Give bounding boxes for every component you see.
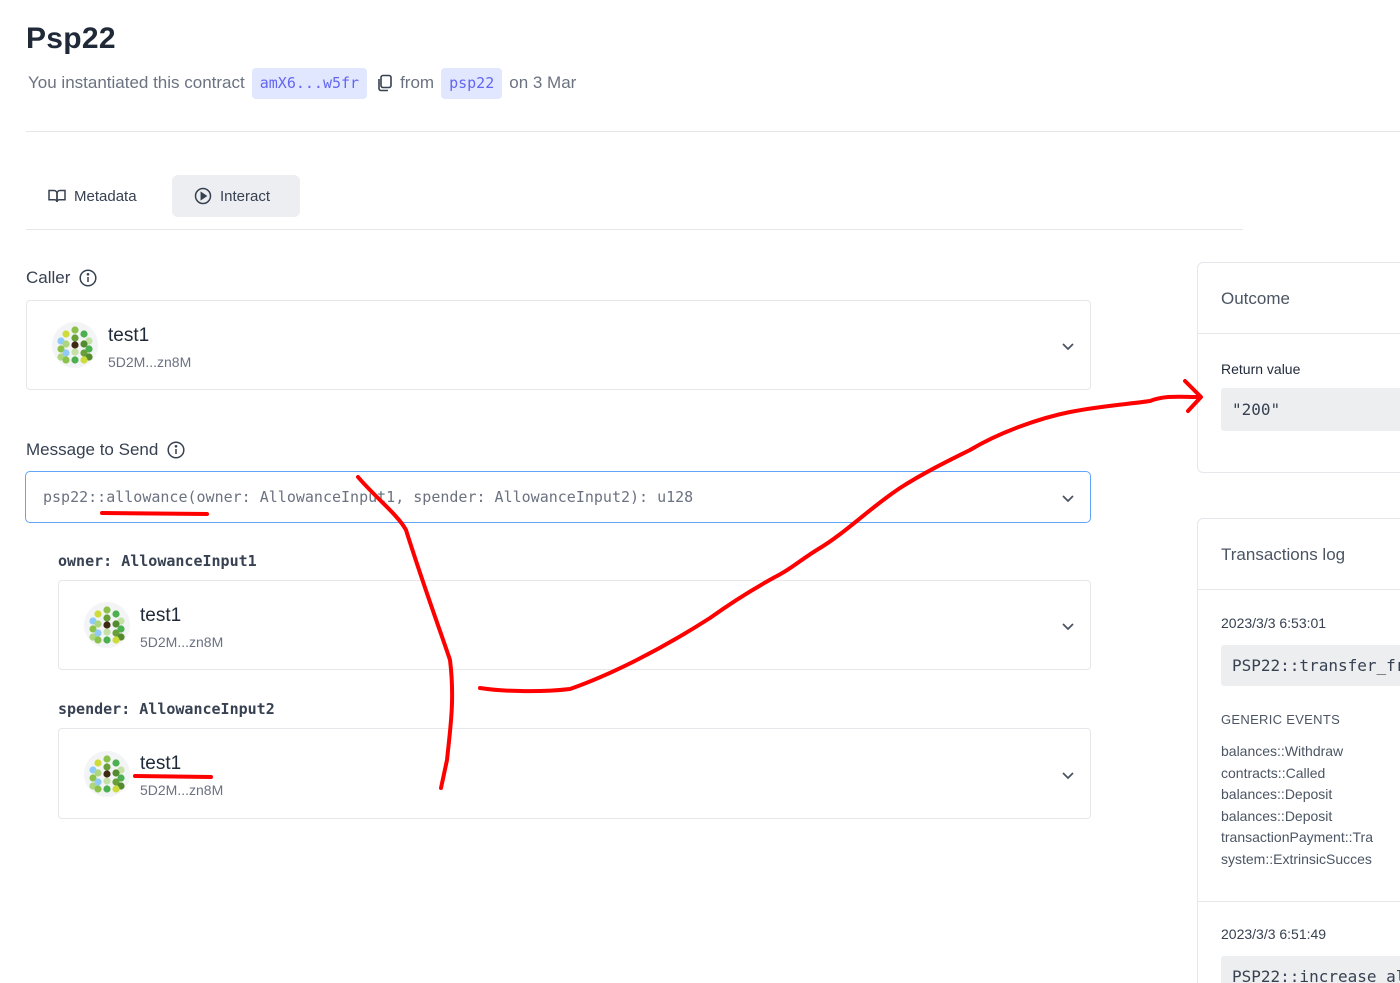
spender-param-key: spender:: [58, 700, 131, 718]
tabs-divider: [26, 229, 1243, 230]
caller-avatar: [52, 322, 98, 368]
transactions-log-title: Transactions log: [1221, 545, 1346, 564]
tab-interact[interactable]: Interact: [172, 175, 300, 217]
contract-address-badge: amX6...w5fr: [251, 67, 368, 99]
event-item: balances::Deposit: [1221, 808, 1333, 824]
transaction-timestamp: 2023/3/3 6:51:49: [1221, 926, 1327, 942]
spender-avatar: [84, 751, 130, 797]
outcome-title: Outcome: [1221, 289, 1290, 308]
caller-select[interactable]: test1 5D2M...zn8M: [26, 300, 1091, 390]
event-item: balances::Deposit: [1221, 786, 1333, 802]
return-value: "200": [1221, 388, 1400, 431]
transactions-log-panel: Transactions log 2023/3/3 6:53:01 PSP22:…: [1197, 518, 1400, 983]
return-value-label: Return value: [1221, 361, 1301, 377]
caller-label: Caller: [26, 268, 97, 288]
spender-param-type: AllowanceInput2: [139, 700, 275, 718]
event-item: balances::Withdraw: [1221, 743, 1344, 759]
outcome-panel: Outcome Return value "200": [1197, 262, 1400, 473]
transaction-call: PSP22::transfer_fr: [1221, 645, 1400, 686]
caller-label-text: Caller: [26, 268, 71, 287]
message-selected-value: psp22::allowance(owner: AllowanceInput1,…: [43, 488, 694, 506]
event-item: system::ExtrinsicSucces: [1221, 851, 1372, 867]
date-text: on 3 Mar: [509, 73, 577, 92]
transaction-call: PSP22::increase_al: [1221, 956, 1400, 983]
chevron-down-icon[interactable]: [1060, 338, 1076, 354]
code-name-badge[interactable]: psp22: [441, 67, 503, 99]
transactions-log-divider: [1198, 589, 1400, 590]
spender-param-label: spender: AllowanceInput2: [58, 700, 275, 718]
spender-account-address: 5D2M...zn8M: [140, 782, 224, 798]
caller-account-address: 5D2M...zn8M: [108, 354, 192, 370]
play-circle-icon: [194, 187, 212, 205]
owner-account-address: 5D2M...zn8M: [140, 634, 224, 650]
owner-select[interactable]: test1 5D2M...zn8M: [58, 580, 1091, 670]
owner-account-name: test1: [140, 605, 182, 626]
owner-avatar: [84, 602, 130, 648]
tab-metadata-label: Metadata: [74, 187, 137, 205]
info-icon[interactable]: [79, 269, 97, 287]
instantiated-text: You instantiated this contract: [28, 73, 245, 92]
message-select[interactable]: psp22::allowance(owner: AllowanceInput1,…: [25, 471, 1091, 523]
tab-interact-label: Interact: [220, 187, 271, 205]
message-label: Message to Send: [26, 440, 185, 460]
outcome-divider: [1198, 333, 1400, 334]
owner-param-label: owner: AllowanceInput1: [58, 552, 257, 570]
caller-account-name: test1: [108, 325, 150, 346]
tab-metadata[interactable]: Metadata: [26, 175, 157, 217]
chevron-down-icon[interactable]: [1060, 767, 1076, 783]
chevron-down-icon[interactable]: [1060, 618, 1076, 634]
page-title: Psp22: [26, 22, 116, 55]
spender-select[interactable]: test1 5D2M...zn8M: [58, 728, 1091, 819]
owner-param-key: owner:: [58, 552, 113, 570]
message-label-text: Message to Send: [26, 440, 159, 459]
transaction-timestamp: 2023/3/3 6:53:01: [1221, 615, 1327, 631]
spender-account-name: test1: [140, 753, 182, 774]
from-text: from: [400, 73, 435, 92]
transaction-divider: [1198, 901, 1400, 902]
event-item: transactionPayment::Tra: [1221, 829, 1373, 845]
book-icon: [48, 189, 66, 203]
info-icon[interactable]: [167, 441, 185, 459]
generic-events-header: GENERIC EVENTS: [1221, 712, 1341, 727]
header-divider: [26, 131, 1400, 132]
copy-icon[interactable]: [374, 73, 394, 93]
event-item: contracts::Called: [1221, 765, 1326, 781]
owner-param-type: AllowanceInput1: [121, 552, 257, 570]
contract-subtitle: You instantiated this contract amX6...w5…: [26, 67, 578, 99]
chevron-down-icon[interactable]: [1060, 490, 1076, 506]
